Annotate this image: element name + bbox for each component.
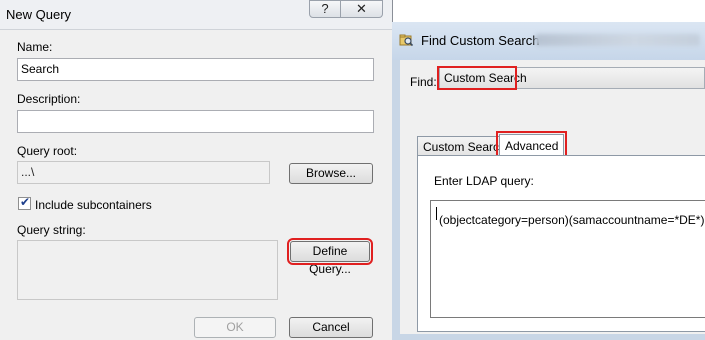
help-icon: ? — [321, 1, 329, 16]
search-folder-icon — [399, 34, 413, 47]
ldap-query-input[interactable]: (objectcategory=person)(samaccountname=*… — [430, 200, 705, 318]
dialog-title: Find Custom Search — [421, 33, 540, 48]
close-button[interactable]: ✕ — [341, 0, 383, 18]
find-label: Find: — [410, 75, 437, 89]
cancel-button[interactable]: Cancel — [289, 317, 373, 338]
find-custom-search-dialog: Find Custom Search Find: Custom Search C… — [392, 22, 705, 340]
ldap-query-text: (objectcategory=person)(samaccountname=*… — [439, 213, 705, 227]
help-button[interactable]: ? — [309, 0, 341, 18]
advanced-tab-panel: Enter LDAP query: (objectcategory=person… — [417, 155, 705, 332]
close-icon: ✕ — [356, 1, 367, 16]
title-bar: Find Custom Search — [392, 22, 705, 60]
name-label: Name: — [17, 40, 53, 54]
title-bar: New Query ? ✕ — [0, 0, 392, 30]
new-query-dialog: New Query ? ✕ Name: Search Description: … — [0, 0, 393, 340]
dialog-body: Find: Custom Search Custom Search Advanc… — [400, 60, 705, 334]
name-field[interactable]: Search — [17, 58, 374, 81]
ldap-query-label: Enter LDAP query: — [434, 174, 534, 188]
query-string-label: Query string: — [17, 223, 86, 237]
description-label: Description: — [17, 92, 81, 106]
checkmark-icon: ✔ — [20, 195, 31, 209]
query-root-label: Query root: — [17, 144, 78, 158]
description-field[interactable] — [17, 110, 374, 133]
dialog-title: New Query — [6, 7, 72, 22]
define-query-button[interactable]: Define Query... — [287, 238, 373, 276]
ok-button[interactable]: OK — [194, 317, 276, 338]
tab-advanced[interactable]: Advanced — [495, 131, 568, 159]
blurred-window-text — [535, 34, 700, 46]
browse-button[interactable]: Browse... — [289, 163, 373, 184]
include-subcontainers-checkbox[interactable]: ✔ — [18, 195, 31, 210]
query-root-field: ...\ — [17, 161, 270, 184]
highlight-box — [437, 66, 517, 90]
include-subcontainers-label: Include subcontainers — [35, 198, 152, 212]
query-string-field — [17, 240, 278, 300]
tab-custom-search[interactable]: Custom Search — [417, 136, 512, 155]
text-caret — [436, 207, 437, 220]
